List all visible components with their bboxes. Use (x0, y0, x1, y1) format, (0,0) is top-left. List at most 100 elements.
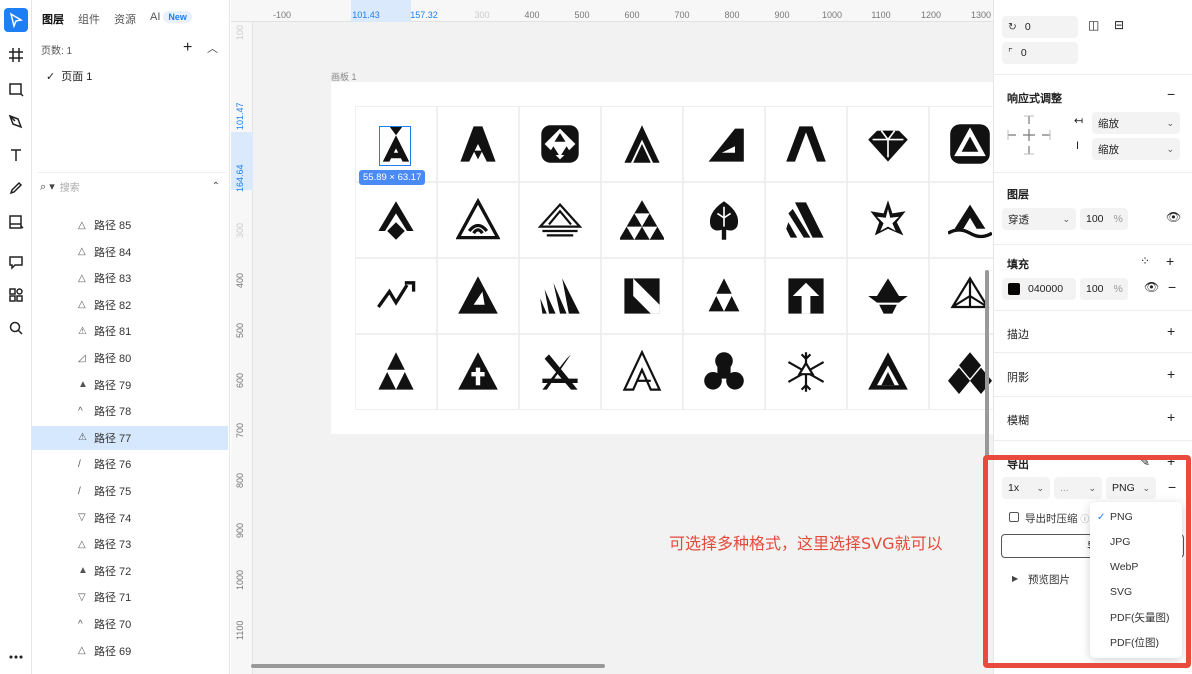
compress-checkbox[interactable] (1009, 512, 1019, 522)
layer-opacity-value[interactable]: 100 (1086, 213, 1104, 225)
more-icon[interactable] (4, 645, 28, 669)
fill-color-hex[interactable]: 040000 (1028, 283, 1063, 295)
logo-three-peaks-icon[interactable] (355, 334, 437, 410)
export-format-select[interactable]: PNG ⌄ (1106, 477, 1156, 499)
logo-star-icon[interactable] (847, 182, 929, 258)
logo-impossible-a-icon[interactable] (601, 334, 683, 410)
add-stroke-icon[interactable]: + (1167, 323, 1175, 339)
page-item[interactable]: ✓ 页面 1 (46, 68, 92, 84)
logo-leaf-icon[interactable] (683, 182, 765, 258)
layer-row[interactable]: △ 路径 83 (32, 266, 228, 290)
tab-ai[interactable]: AI New (150, 11, 192, 27)
export-suffix-field[interactable]: ... ⌄ (1054, 477, 1102, 499)
layer-opacity-field[interactable]: 100% (1080, 208, 1128, 230)
logo-pyramid-outline-icon[interactable] (929, 258, 993, 334)
constraint-widget[interactable] (1006, 114, 1052, 156)
layer-row[interactable]: △ 路径 73 (32, 532, 228, 556)
logo-chevron-stack-icon[interactable] (355, 182, 437, 258)
fill-color-swatch[interactable] (1008, 283, 1020, 295)
add-export-icon[interactable]: + (1167, 453, 1175, 469)
blend-mode-select[interactable]: 穿透 ⌄ (1002, 208, 1076, 230)
format-option[interactable]: SVG (1090, 580, 1182, 604)
layer-row[interactable]: △ 路径 69 (32, 639, 228, 663)
logo-crossed-a-icon[interactable] (519, 334, 601, 410)
horizontal-scrollbar[interactable] (251, 664, 605, 668)
artboard[interactable]: 55.89 × 63.17 (331, 82, 993, 434)
logo-wave-a-icon[interactable] (929, 182, 993, 258)
collapse-pages-icon[interactable]: ︿ (207, 40, 218, 56)
logo-lined-a-icon[interactable] (765, 182, 847, 258)
logo-slant-a-icon[interactable] (683, 106, 765, 182)
info-icon[interactable]: ⓘ (1080, 514, 1089, 524)
fill-styles-icon[interactable]: ⁘ (1140, 254, 1150, 268)
fill-visibility-eye-icon[interactable]: 👁 (1144, 280, 1159, 294)
remove-fill-icon[interactable]: − (1168, 279, 1176, 295)
logo-diamond-trio-icon[interactable] (929, 334, 993, 410)
fill-opacity-field[interactable]: 100% (1080, 278, 1128, 300)
layer-row[interactable]: ▽ 路径 71 (32, 585, 228, 609)
logo-arrow-n-icon[interactable] (355, 258, 437, 334)
tab-assets[interactable]: 资源 (114, 11, 136, 27)
layer-search[interactable]: ⌕ ▾ 搜索 ⌃ (38, 172, 226, 200)
preview-label[interactable]: 预览图片 (1028, 572, 1070, 587)
edit-export-icon[interactable]: ✎ (1140, 455, 1150, 469)
preview-expand-icon[interactable]: ▶ (1012, 574, 1018, 583)
format-option[interactable]: JPG (1090, 530, 1182, 554)
logo-square-triangles-icon[interactable] (519, 106, 601, 182)
layer-row[interactable]: ⚠ 路径 81 (32, 319, 228, 343)
horizontal-constraint-select[interactable]: 缩放 ⌄ (1092, 112, 1180, 134)
pencil-tool-icon[interactable] (4, 176, 28, 200)
corner-radius-field[interactable]: ⌜ 0 (1002, 42, 1078, 64)
search-input[interactable]: 搜索 (60, 179, 80, 194)
format-option[interactable]: ✓ PNG (1090, 505, 1182, 529)
logo-stacked-peak-icon[interactable] (601, 106, 683, 182)
logo-triangle-wifi-icon[interactable] (437, 182, 519, 258)
layer-row[interactable]: ▲ 路径 72 (32, 559, 228, 583)
logo-striped-triangle-icon[interactable] (519, 182, 601, 258)
add-shadow-icon[interactable]: + (1167, 366, 1175, 382)
logo-app-triangle-icon[interactable] (929, 106, 993, 182)
flip-vertical-icon[interactable]: ⊟ (1114, 18, 1124, 32)
logo-a-block-icon[interactable] (437, 106, 519, 182)
plugins-tool-icon[interactable] (4, 283, 28, 307)
frame-tool-icon[interactable] (4, 43, 28, 67)
comment-tool-icon[interactable] (4, 250, 28, 274)
fill-color-field[interactable]: 040000 (1002, 278, 1076, 300)
logo-cross-a-icon[interactable] (437, 334, 519, 410)
layer-row[interactable]: ▲ 路径 79 (32, 373, 228, 397)
format-option[interactable]: PDF(位图) (1090, 630, 1182, 654)
logo-nested-a-icon[interactable] (847, 334, 929, 410)
logo-house-frame-icon[interactable] (765, 258, 847, 334)
canvas[interactable]: -100 101.43 157.32 300 400 500 600 700 8… (231, 0, 993, 674)
layer-row[interactable]: ⚠ 路径 77 (32, 425, 228, 450)
logo-snowflake-icon[interactable] (765, 334, 847, 410)
move-tool-icon[interactable] (4, 8, 28, 32)
tab-layers[interactable]: 图层 (42, 11, 64, 27)
tab-ai-label[interactable]: AI (150, 11, 160, 23)
format-option[interactable]: PDF(矢量图) (1090, 605, 1182, 629)
fill-opacity-value[interactable]: 100 (1086, 283, 1104, 295)
logo-solid-triangle-icon[interactable] (437, 258, 519, 334)
vertical-constraint-select[interactable]: 缩放 ⌄ (1092, 138, 1180, 160)
layer-row[interactable]: ^ 路径 78 (32, 399, 228, 423)
logo-tri-diamond-icon[interactable] (683, 258, 765, 334)
image-tool-icon[interactable] (4, 210, 28, 234)
layer-row[interactable]: / 路径 76 (32, 452, 228, 476)
flip-horizontal-icon[interactable]: ◫ (1088, 18, 1099, 32)
vertical-scrollbar[interactable] (985, 270, 989, 460)
logo-k-square-icon[interactable] (601, 258, 683, 334)
layer-row[interactable]: △ 路径 84 (32, 240, 228, 264)
rotation-field[interactable]: ↻ 0 (1002, 16, 1078, 38)
logo-triangle-cluster-icon[interactable] (601, 182, 683, 258)
layer-row[interactable]: / 路径 75 (32, 479, 228, 503)
selection-box[interactable] (379, 126, 411, 166)
text-tool-icon[interactable] (4, 143, 28, 167)
logo-trefoil-icon[interactable] (683, 334, 765, 410)
format-option[interactable]: WebP (1090, 555, 1182, 579)
add-page-icon[interactable]: + (183, 39, 192, 57)
search-tool-icon[interactable] (4, 316, 28, 340)
pen-tool-icon[interactable] (4, 110, 28, 134)
visibility-eye-icon[interactable]: 👁 (1166, 210, 1181, 224)
logo-diagonal-a-icon[interactable] (519, 258, 601, 334)
logo-diamond-icon[interactable] (847, 106, 929, 182)
